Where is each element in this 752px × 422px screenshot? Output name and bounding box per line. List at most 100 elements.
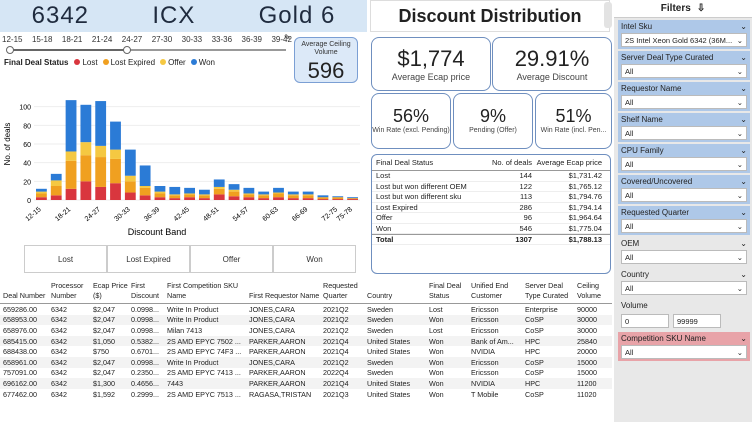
bar-won[interactable]: [124, 149, 136, 176]
bar-lost-expired[interactable]: [317, 197, 329, 200]
status-table-row[interactable]: Lost but won different OEM 122 $1,765.12: [372, 182, 610, 192]
bar-lost-expired[interactable]: [65, 160, 77, 189]
status-table-row[interactable]: Lost Expired 286 $1,794.14: [372, 203, 610, 213]
bar-lost[interactable]: [110, 183, 121, 200]
bar-lost-expired[interactable]: [228, 191, 240, 197]
bar-offer[interactable]: [287, 194, 299, 196]
chevron-down-icon[interactable]: ⌄: [740, 22, 747, 31]
bar-offer[interactable]: [80, 142, 92, 156]
status-table-row[interactable]: Offer 96 $1,964.64: [372, 213, 610, 224]
bar-won[interactable]: [258, 191, 270, 195]
status-table-row[interactable]: Lost 144 $1,731.42: [372, 171, 610, 182]
bar-lost[interactable]: [347, 199, 358, 200]
volume-min-input[interactable]: 0: [621, 314, 669, 328]
bar-offer[interactable]: [258, 194, 270, 196]
band-slider-handle-min[interactable]: [6, 46, 14, 54]
bar-lost-expired[interactable]: [139, 187, 151, 196]
bar-lost[interactable]: [36, 197, 47, 200]
filter-dropdown[interactable]: All ⌄: [621, 250, 747, 264]
bar-won[interactable]: [199, 189, 210, 195]
table-row[interactable]: 658953.00 6342 $2,047 0.0998... Write In Pro…: [0, 314, 612, 326]
bar-won[interactable]: [228, 184, 240, 190]
bar-lost[interactable]: [199, 198, 210, 200]
bar-offer[interactable]: [65, 151, 77, 161]
bar-lost-expired[interactable]: [347, 198, 358, 200]
bar-offer[interactable]: [139, 186, 151, 188]
bar-offer[interactable]: [199, 194, 210, 196]
bar-lost[interactable]: [80, 181, 92, 200]
bar-won[interactable]: [213, 179, 225, 187]
bar-won[interactable]: [80, 104, 92, 143]
bar-lost-expired[interactable]: [110, 158, 121, 184]
status-filter-button[interactable]: Lost: [24, 245, 107, 273]
bar-lost[interactable]: [258, 198, 270, 200]
bar-lost-expired[interactable]: [258, 195, 270, 199]
bar-offer[interactable]: [154, 191, 166, 194]
bar-lost[interactable]: [154, 197, 166, 200]
scrollbar[interactable]: [604, 2, 612, 28]
bar-offer[interactable]: [243, 193, 255, 195]
bar-lost-expired[interactable]: [273, 193, 284, 198]
bar-won[interactable]: [273, 187, 284, 193]
bar-lost[interactable]: [184, 197, 195, 200]
bar-offer[interactable]: [95, 145, 107, 158]
table-row[interactable]: 685415.00 6342 $1,050 0.5382... 2S AMD EPYC …: [0, 335, 612, 347]
table-row[interactable]: 659286.00 6342 $2,047 0.0998... Write In Pro…: [0, 304, 612, 315]
bar-won[interactable]: [287, 191, 299, 195]
table-row[interactable]: 757091.00 6342 $2,047 0.2350... 2S AMD EPYC …: [0, 367, 612, 379]
slicer-edit-icon[interactable]: ✎: [284, 33, 291, 42]
bar-won[interactable]: [65, 100, 77, 152]
status-filter-button[interactable]: Offer: [190, 245, 273, 273]
bar-won[interactable]: [139, 165, 151, 186]
bar-won[interactable]: [243, 187, 255, 194]
bar-won[interactable]: [347, 197, 358, 199]
filter-dropdown[interactable]: All ⌄: [621, 219, 747, 233]
status-table-row[interactable]: Won 546 $1,775.04: [372, 224, 610, 234]
legend-item[interactable]: Lost Expired: [102, 58, 155, 67]
deals-col-header[interactable]: Processor Number: [48, 281, 90, 301]
chevron-down-icon[interactable]: ⌄: [740, 334, 747, 343]
deals-col-header[interactable]: Ecap Price ($): [90, 281, 128, 301]
bar-offer[interactable]: [36, 191, 47, 194]
bar-lost-expired[interactable]: [36, 193, 47, 198]
bar-won[interactable]: [184, 187, 195, 194]
bar-won[interactable]: [154, 186, 166, 192]
status-table-row[interactable]: Lost but won different sku 113 $1,794.76: [372, 192, 610, 203]
bar-lost-expired[interactable]: [287, 195, 299, 199]
deals-col-header[interactable]: Requested Quarter: [320, 281, 364, 301]
bar-lost-expired[interactable]: [169, 195, 181, 199]
bar-lost-expired[interactable]: [154, 193, 166, 198]
bar-offer[interactable]: [228, 189, 240, 192]
bar-won[interactable]: [50, 173, 62, 181]
filter-dropdown[interactable]: All ⌄: [621, 126, 747, 140]
bar-lost[interactable]: [95, 186, 107, 200]
bar-lost-expired[interactable]: [95, 157, 107, 187]
table-row[interactable]: 696162.00 6342 $1,300 0.4656... 7443 PARKER,A…: [0, 378, 612, 389]
bar-won[interactable]: [332, 196, 344, 198]
filter-dropdown[interactable]: All ⌄: [621, 95, 747, 109]
legend-item[interactable]: Offer: [160, 58, 186, 67]
band-slider-handle-max[interactable]: [123, 46, 131, 54]
bar-lost-expired[interactable]: [243, 194, 255, 198]
legend-item[interactable]: Lost: [74, 58, 98, 67]
chevron-down-icon[interactable]: ⌄: [740, 84, 747, 93]
status-col-header[interactable]: Final Deal Status: [372, 158, 476, 167]
bar-lost[interactable]: [169, 198, 181, 200]
deals-col-header[interactable]: First Competition SKU Name: [164, 281, 246, 301]
chevron-down-icon[interactable]: ⌄: [740, 115, 747, 124]
bar-lost[interactable]: [213, 194, 225, 200]
chevron-down-icon[interactable]: ⌄: [740, 53, 747, 62]
bar-offer[interactable]: [124, 175, 136, 182]
bar-lost[interactable]: [50, 195, 62, 200]
bar-offer[interactable]: [302, 194, 314, 196]
status-filter-button[interactable]: Won: [273, 245, 356, 273]
status-filter-button[interactable]: Lost Expired: [107, 245, 190, 273]
bar-lost[interactable]: [124, 192, 136, 200]
bar-won[interactable]: [95, 101, 107, 146]
legend-item[interactable]: Won: [190, 58, 215, 67]
table-row[interactable]: 658976.00 6342 $2,047 0.0998... Milan 7413 JO…: [0, 325, 612, 336]
bar-lost-expired[interactable]: [80, 155, 92, 182]
bar-offer[interactable]: [50, 180, 62, 186]
filter-dropdown[interactable]: All ⌄: [621, 281, 747, 295]
bar-won[interactable]: [317, 195, 329, 198]
